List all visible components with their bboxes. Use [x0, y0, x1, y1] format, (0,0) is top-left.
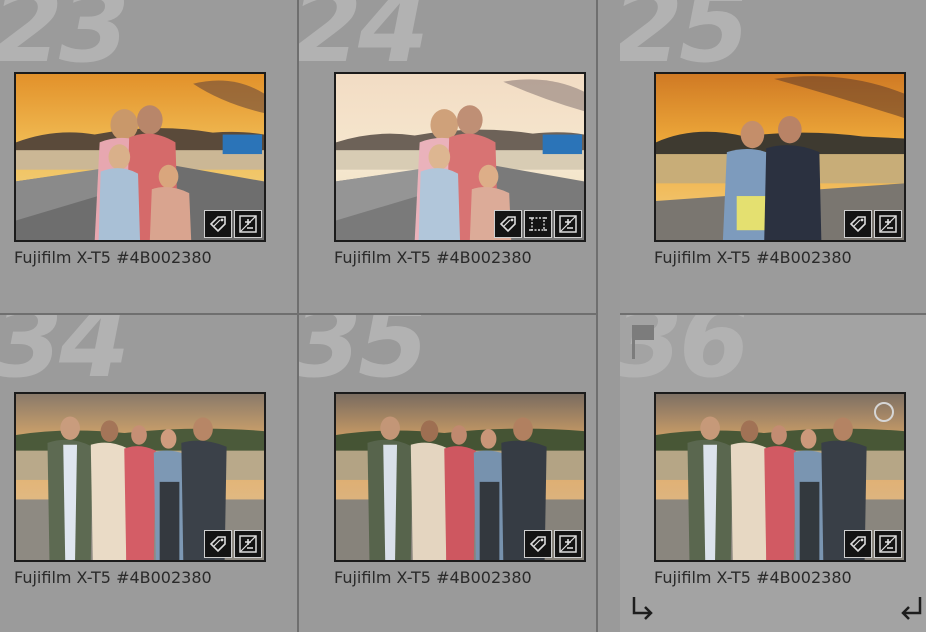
grid-cell-35[interactable]: 35 Fujifilm X-T5 #4B002380	[299, 315, 598, 632]
adjust-icon[interactable]	[234, 530, 262, 558]
cell-index-number: 25	[620, 0, 750, 86]
grid-cell-25[interactable]: 25 Fujifilm X-T5 #4B002380	[620, 0, 926, 315]
tag-icon[interactable]	[844, 210, 872, 238]
grid-cell-36[interactable]: 36 Fujifilm X-T5 #4B002380	[620, 315, 926, 632]
filmstrip-grid: 23 Fujifilm X-T5 #4B002380 24 Fujifilm X…	[0, 0, 926, 632]
adjust-icon[interactable]	[874, 210, 902, 238]
thumbnail-badges	[844, 210, 902, 238]
photo-thumbnail[interactable]	[334, 392, 586, 562]
tag-icon[interactable]	[494, 210, 522, 238]
cell-index-number: 24	[299, 0, 429, 86]
grid-cell-23[interactable]: 23 Fujifilm X-T5 #4B002380	[0, 0, 299, 315]
tag-icon[interactable]	[524, 530, 552, 558]
adjust-icon[interactable]	[554, 530, 582, 558]
cell-index-number: 35	[299, 315, 429, 401]
thumbnail-badges	[524, 530, 582, 558]
photo-caption: Fujifilm X-T5 #4B002380	[334, 248, 532, 267]
thumbnail-badges	[204, 210, 262, 238]
photo-caption: Fujifilm X-T5 #4B002380	[654, 568, 852, 587]
photo-caption: Fujifilm X-T5 #4B002380	[654, 248, 852, 267]
select-circle-icon[interactable]	[874, 402, 894, 422]
rotate-left-icon[interactable]	[628, 593, 658, 623]
photo-thumbnail[interactable]	[14, 72, 266, 242]
cell-index-number: 23	[0, 0, 130, 86]
tag-icon[interactable]	[204, 210, 232, 238]
tag-icon[interactable]	[204, 530, 232, 558]
adjust-icon[interactable]	[554, 210, 582, 238]
thumbnail-badges	[844, 530, 902, 558]
adjust-icon[interactable]	[234, 210, 262, 238]
photo-thumbnail[interactable]	[14, 392, 266, 562]
photo-caption: Fujifilm X-T5 #4B002380	[14, 568, 212, 587]
thumbnail-badges	[204, 530, 262, 558]
adjust-icon[interactable]	[874, 530, 902, 558]
cell-index-number: 34	[0, 315, 130, 401]
photo-caption: Fujifilm X-T5 #4B002380	[14, 248, 212, 267]
photo-thumbnail[interactable]	[654, 392, 906, 562]
tag-icon[interactable]	[844, 530, 872, 558]
photo-caption: Fujifilm X-T5 #4B002380	[334, 568, 532, 587]
grid-cell-24[interactable]: 24 Fujifilm X-T5 #4B002380	[299, 0, 598, 315]
rotate-right-icon[interactable]	[894, 593, 924, 623]
grid-cell-34[interactable]: 34 Fujifilm X-T5 #4B002380	[0, 315, 299, 632]
thumbnail-badges	[494, 210, 582, 238]
photo-thumbnail[interactable]	[654, 72, 906, 242]
flag-icon[interactable]	[628, 323, 658, 361]
photo-thumbnail[interactable]	[334, 72, 586, 242]
crop-icon[interactable]	[524, 210, 552, 238]
